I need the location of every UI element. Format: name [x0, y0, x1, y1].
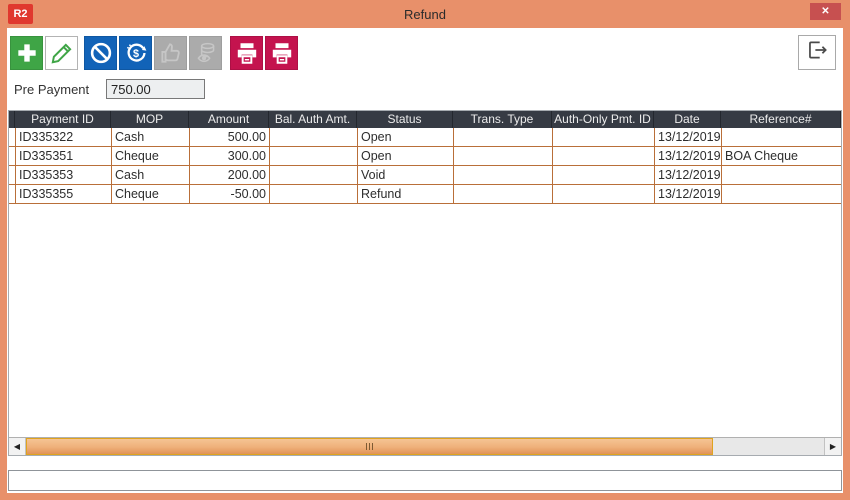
cell-amount: 500.00	[190, 128, 270, 147]
cell-trans_type	[454, 128, 553, 147]
cell-auth_only_pmt_id	[553, 147, 655, 166]
pre-payment-row: Pre Payment	[14, 78, 106, 100]
cell-auth_only_pmt_id	[553, 185, 655, 204]
cell-payment_id: ID335355	[16, 185, 112, 204]
pre-payment-field[interactable]	[106, 79, 205, 99]
dialog-content: $ Pre Payment Payment IDMOPAmountBal. Au…	[7, 28, 843, 493]
refund-money-button[interactable]: $	[119, 36, 152, 70]
view-payments-button	[189, 36, 222, 70]
cell-amount: 200.00	[190, 166, 270, 185]
no-symbol-icon	[88, 40, 114, 66]
table-row[interactable]: ID335351Cheque300.00 Open 13/12/2019BOA Ch…	[9, 147, 841, 166]
cell-date: 13/12/2019	[655, 185, 722, 204]
cell-reference	[722, 166, 841, 185]
scroll-right-button[interactable]: ▶	[824, 438, 841, 455]
cell-bal_auth_amt	[270, 166, 358, 185]
cell-status: Open	[358, 128, 454, 147]
column-header-bal_auth_amt[interactable]: Bal. Auth Amt.	[269, 111, 357, 128]
status-message-box	[8, 470, 842, 491]
table-row[interactable]: ID335353Cash200.00 Void 13/12/2019	[9, 166, 841, 185]
cell-date: 13/12/2019	[655, 128, 722, 147]
cell-mop: Cheque	[112, 185, 190, 204]
void-button[interactable]	[84, 36, 117, 70]
column-header-payment_id[interactable]: Payment ID	[15, 111, 111, 128]
table-body: ID335322Cash500.00Open13/12/2019ID335351…	[9, 128, 841, 437]
column-header-amount[interactable]: Amount	[189, 111, 269, 128]
cell-selector	[9, 185, 16, 204]
cell-reference	[722, 128, 841, 147]
column-header-status[interactable]: Status	[357, 111, 453, 128]
cell-payment_id: ID335353	[16, 166, 112, 185]
plus-icon	[14, 40, 40, 66]
scrollbar-track[interactable]	[713, 438, 824, 455]
pencil-icon	[49, 40, 75, 66]
scrollbar-grip-icon	[366, 443, 373, 450]
pre-payment-label: Pre Payment	[14, 82, 106, 97]
column-header-reference[interactable]: Reference#	[721, 111, 841, 128]
scroll-right-icon: ▶	[830, 442, 836, 451]
horizontal-scrollbar[interactable]: ◀ ▶	[9, 437, 841, 455]
cell-selector	[9, 166, 16, 185]
titlebar[interactable]: Refund R2 ✕	[0, 0, 850, 28]
window-title: Refund	[0, 0, 850, 28]
cell-reference: BOA Cheque	[722, 147, 841, 166]
cell-bal_auth_amt	[270, 128, 358, 147]
printer-icon	[269, 40, 295, 66]
cell-amount: 300.00	[190, 147, 270, 166]
edit-button[interactable]	[45, 36, 78, 70]
column-header-trans_type[interactable]: Trans. Type	[453, 111, 552, 128]
svg-text:$: $	[132, 48, 138, 60]
close-button[interactable]: ✕	[810, 3, 841, 20]
cell-selector	[9, 147, 16, 166]
payments-table: Payment IDMOPAmountBal. Auth Amt.StatusT…	[8, 110, 842, 456]
cell-bal_auth_amt	[270, 185, 358, 204]
money-return-icon: $	[123, 40, 149, 66]
cell-payment_id: ID335322	[16, 128, 112, 147]
cell-date: 13/12/2019	[655, 166, 722, 185]
cell-status: Void	[358, 166, 454, 185]
cell-trans_type	[454, 147, 553, 166]
app-logo-icon: R2	[8, 4, 33, 24]
cell-payment_id: ID335351	[16, 147, 112, 166]
cell-reference	[722, 185, 841, 204]
cell-selector	[9, 128, 16, 147]
coins-eye-icon	[193, 40, 219, 66]
exit-icon	[804, 37, 830, 68]
cell-status: Open	[358, 147, 454, 166]
table-header-row: Payment IDMOPAmountBal. Auth Amt.StatusT…	[9, 111, 841, 128]
cell-trans_type	[454, 166, 553, 185]
table-row[interactable]: ID335355Cheque-50.00 Refund 13/12/2019	[9, 185, 841, 204]
print-alt-button[interactable]	[265, 36, 298, 70]
print-button[interactable]	[230, 36, 263, 70]
add-button[interactable]	[10, 36, 43, 70]
cell-auth_only_pmt_id	[553, 166, 655, 185]
column-header-mop[interactable]: MOP	[111, 111, 189, 128]
printer-icon	[234, 40, 260, 66]
column-header-date[interactable]: Date	[654, 111, 721, 128]
thumbs-up-icon	[158, 40, 184, 66]
exit-button[interactable]	[798, 35, 836, 70]
cell-status: Refund	[358, 185, 454, 204]
approve-button	[154, 36, 187, 70]
cell-bal_auth_amt	[270, 147, 358, 166]
cell-amount: -50.00	[190, 185, 270, 204]
cell-mop: Cash	[112, 166, 190, 185]
cell-mop: Cash	[112, 128, 190, 147]
cell-date: 13/12/2019	[655, 147, 722, 166]
close-icon: ✕	[821, 6, 829, 17]
cell-trans_type	[454, 185, 553, 204]
scroll-left-icon: ◀	[14, 442, 20, 451]
cell-auth_only_pmt_id	[553, 128, 655, 147]
table-row[interactable]: ID335322Cash500.00 Open 13/12/2019	[9, 128, 841, 147]
scrollbar-thumb[interactable]	[26, 438, 713, 455]
cell-mop: Cheque	[112, 147, 190, 166]
scroll-left-button[interactable]: ◀	[9, 438, 26, 455]
column-header-auth_only_pmt_id[interactable]: Auth-Only Pmt. ID	[552, 111, 654, 128]
refund-dialog-window: Refund R2 ✕ $	[0, 0, 850, 500]
